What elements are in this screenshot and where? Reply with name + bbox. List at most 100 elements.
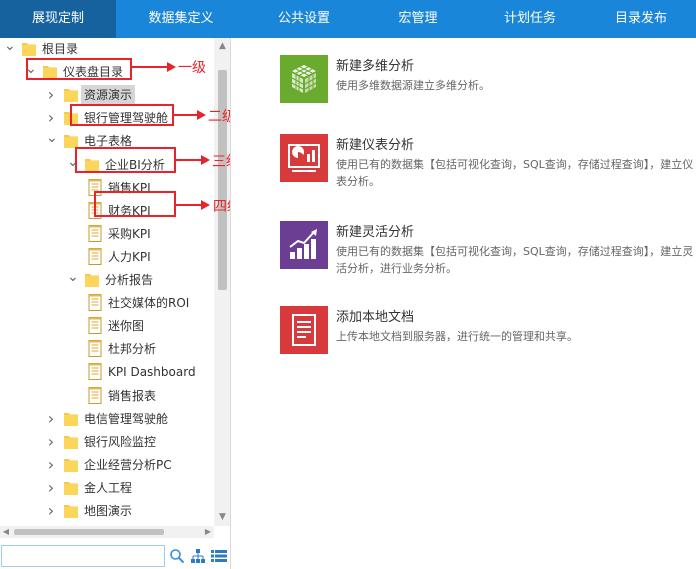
tab-dataset-definition[interactable]: 数据集定义: [116, 0, 246, 38]
tree-node-label: 银行风险监控: [84, 434, 157, 449]
report-file-icon: [88, 386, 102, 404]
tree-folder-node[interactable]: ⌄ 分析报告: [0, 270, 214, 290]
chevron-right-icon[interactable]: ›: [46, 501, 56, 521]
chevron-down-icon[interactable]: ⌄: [4, 39, 16, 59]
folder-icon: [64, 457, 78, 472]
report-file-icon: [88, 340, 102, 358]
chevron-down-icon[interactable]: ⌄: [67, 270, 79, 290]
action-title: 新建多维分析: [336, 59, 415, 74]
tree-folder-node[interactable]: › 电信管理驾驶舱: [0, 409, 214, 429]
annotation-arrow-level3: [176, 155, 210, 165]
chevron-right-icon[interactable]: ›: [46, 478, 56, 498]
tree-structure-icon[interactable]: [191, 549, 205, 563]
annotation-box-level1: [26, 58, 132, 80]
search-icon[interactable]: [169, 548, 185, 564]
action-title: 添加本地文档: [336, 310, 415, 325]
folder-icon: [64, 503, 78, 518]
action-title: 新建灵活分析: [336, 225, 415, 240]
chevron-right-icon[interactable]: ›: [46, 85, 56, 105]
h-scroll-thumb[interactable]: [14, 529, 164, 535]
top-navigation: 展现定制 数据集定义 公共设置 宏管理 计划任务 目录发布: [0, 0, 696, 38]
tab-public-settings[interactable]: 公共设置: [246, 0, 362, 38]
annotation-label-level2: 二级: [208, 109, 230, 125]
document-icon: [280, 306, 328, 354]
tree-report-node[interactable]: KPI Dashboard: [0, 362, 214, 382]
chevron-right-icon[interactable]: ›: [46, 432, 56, 452]
scroll-thumb[interactable]: [218, 70, 227, 290]
tree-report-node[interactable]: 销售报表: [0, 386, 214, 406]
report-file-icon: [88, 363, 102, 381]
report-file-icon: [88, 317, 102, 335]
action-description: 使用多维数据源建立多维分析。: [336, 79, 490, 92]
tree-node-label: KPI Dashboard: [108, 365, 196, 380]
new-multidimensional-analysis[interactable]: 新建多维分析 使用多维数据源建立多维分析。: [280, 55, 696, 115]
scroll-down-icon[interactable]: ▼: [214, 509, 230, 526]
action-description: 使用已有的数据集【包括可视化查询，SQL查询，存储过程查询】，建立灵活分析，进行…: [336, 245, 694, 275]
dashboard-icon: [280, 134, 328, 182]
tree-node-label: 销售报表: [108, 388, 157, 403]
tab-catalog-publish[interactable]: 目录发布: [586, 0, 696, 38]
tree-node-label: 采购KPI: [108, 226, 151, 241]
action-description: 使用已有的数据集【包括可视化查询，SQL查询，存储过程查询】，建立仪表分析。: [336, 158, 694, 188]
tree-report-node[interactable]: 杜邦分析: [0, 339, 214, 359]
chevron-right-icon[interactable]: ›: [46, 455, 56, 475]
tree-node-label: 地图演示: [84, 504, 133, 518]
folder-icon: [64, 411, 78, 426]
tree-node-label: 资源演示: [81, 85, 136, 106]
tree-report-node[interactable]: 社交媒体的ROI: [0, 293, 214, 313]
tree-search-input[interactable]: [1, 545, 165, 567]
tab-macro-management[interactable]: 宏管理: [362, 0, 474, 38]
list-view-icon[interactable]: [211, 549, 227, 563]
tree-folder-node[interactable]: ⌄ 根目录: [0, 39, 214, 59]
action-title: 新建仪表分析: [336, 138, 415, 153]
annotation-label-level4: 四级: [213, 199, 230, 215]
scroll-right-icon[interactable]: ▶: [202, 526, 214, 538]
tree-folder-node[interactable]: › 地图演示: [0, 501, 214, 521]
chevron-right-icon[interactable]: ›: [46, 409, 56, 429]
annotation-label-level3: 三级: [212, 154, 230, 170]
tree-report-node[interactable]: 采购KPI: [0, 224, 214, 244]
tree-node-label: 社交媒体的ROI: [108, 296, 190, 311]
tab-display-customization[interactable]: 展现定制: [0, 0, 116, 38]
action-description: 上传本地文档到服务器，进行统一的管理和共享。: [336, 330, 578, 343]
annotation-arrow-level4: [176, 200, 210, 210]
folder-icon: [22, 41, 36, 56]
bar-chart-icon: [280, 221, 328, 269]
annotation-arrow-level1: [132, 62, 176, 72]
tree-folder-node[interactable]: › 资源演示: [0, 85, 214, 106]
add-local-document[interactable]: 添加本地文档 上传本地文档到服务器，进行统一的管理和共享。: [280, 306, 696, 366]
tree-horizontal-scrollbar[interactable]: ◀ ▶: [0, 526, 214, 538]
report-file-icon: [88, 224, 102, 242]
folder-icon: [64, 434, 78, 449]
new-flexible-analysis[interactable]: 新建灵活分析 使用已有的数据集【包括可视化查询，SQL查询，存储过程查询】，建立…: [280, 221, 696, 281]
tree-report-node[interactable]: 迷你图: [0, 316, 214, 336]
tree-report-node[interactable]: 人力KPI: [0, 247, 214, 267]
folder-icon: [64, 87, 78, 103]
tree-search-bar: [0, 543, 230, 569]
tree-node-label: 金人工程: [84, 480, 133, 495]
tree-node-label: 企业经营分析PC: [84, 457, 172, 472]
cube-icon: [280, 55, 328, 103]
resource-tree-panel: ⌄ 根目录 ⌄ 仪表盘目录 › 资源演示 › 银行管理驾驶舱 ⌄ 电子表格 ⌄ 企业BI分析 销售KPI…: [0, 38, 231, 569]
scroll-left-icon[interactable]: ◀: [0, 526, 12, 538]
tree-node-label: 人力KPI: [108, 249, 151, 264]
tree-node-label: 根目录: [42, 42, 79, 56]
tree-node-label: 电信管理驾驶舱: [84, 411, 169, 426]
annotation-box-level2: [70, 104, 174, 126]
tree-node-label: 分析报告: [105, 273, 154, 287]
tree-folder-node[interactable]: › 银行风险监控: [0, 432, 214, 452]
new-dashboard-analysis[interactable]: 新建仪表分析 使用已有的数据集【包括可视化查询，SQL查询，存储过程查询】，建立…: [280, 134, 696, 194]
chevron-right-icon[interactable]: ›: [46, 108, 56, 128]
folder-icon: [85, 272, 99, 287]
annotation-box-level4: [94, 191, 176, 217]
annotation-arrow-level2: [174, 110, 206, 120]
create-actions-panel: 新建多维分析 使用多维数据源建立多维分析。 新建仪表分析 使用已有的数据集【包括…: [232, 38, 696, 569]
annotation-box-level3: [75, 147, 176, 173]
report-file-icon: [88, 247, 102, 265]
tree-folder-node[interactable]: › 企业经营分析PC: [0, 455, 214, 475]
report-file-icon: [88, 294, 102, 312]
tree-folder-node[interactable]: › 金人工程: [0, 478, 214, 498]
tab-scheduled-tasks[interactable]: 计划任务: [474, 0, 586, 38]
scroll-up-icon[interactable]: ▲: [214, 38, 230, 55]
chevron-down-icon[interactable]: ⌄: [46, 131, 58, 151]
